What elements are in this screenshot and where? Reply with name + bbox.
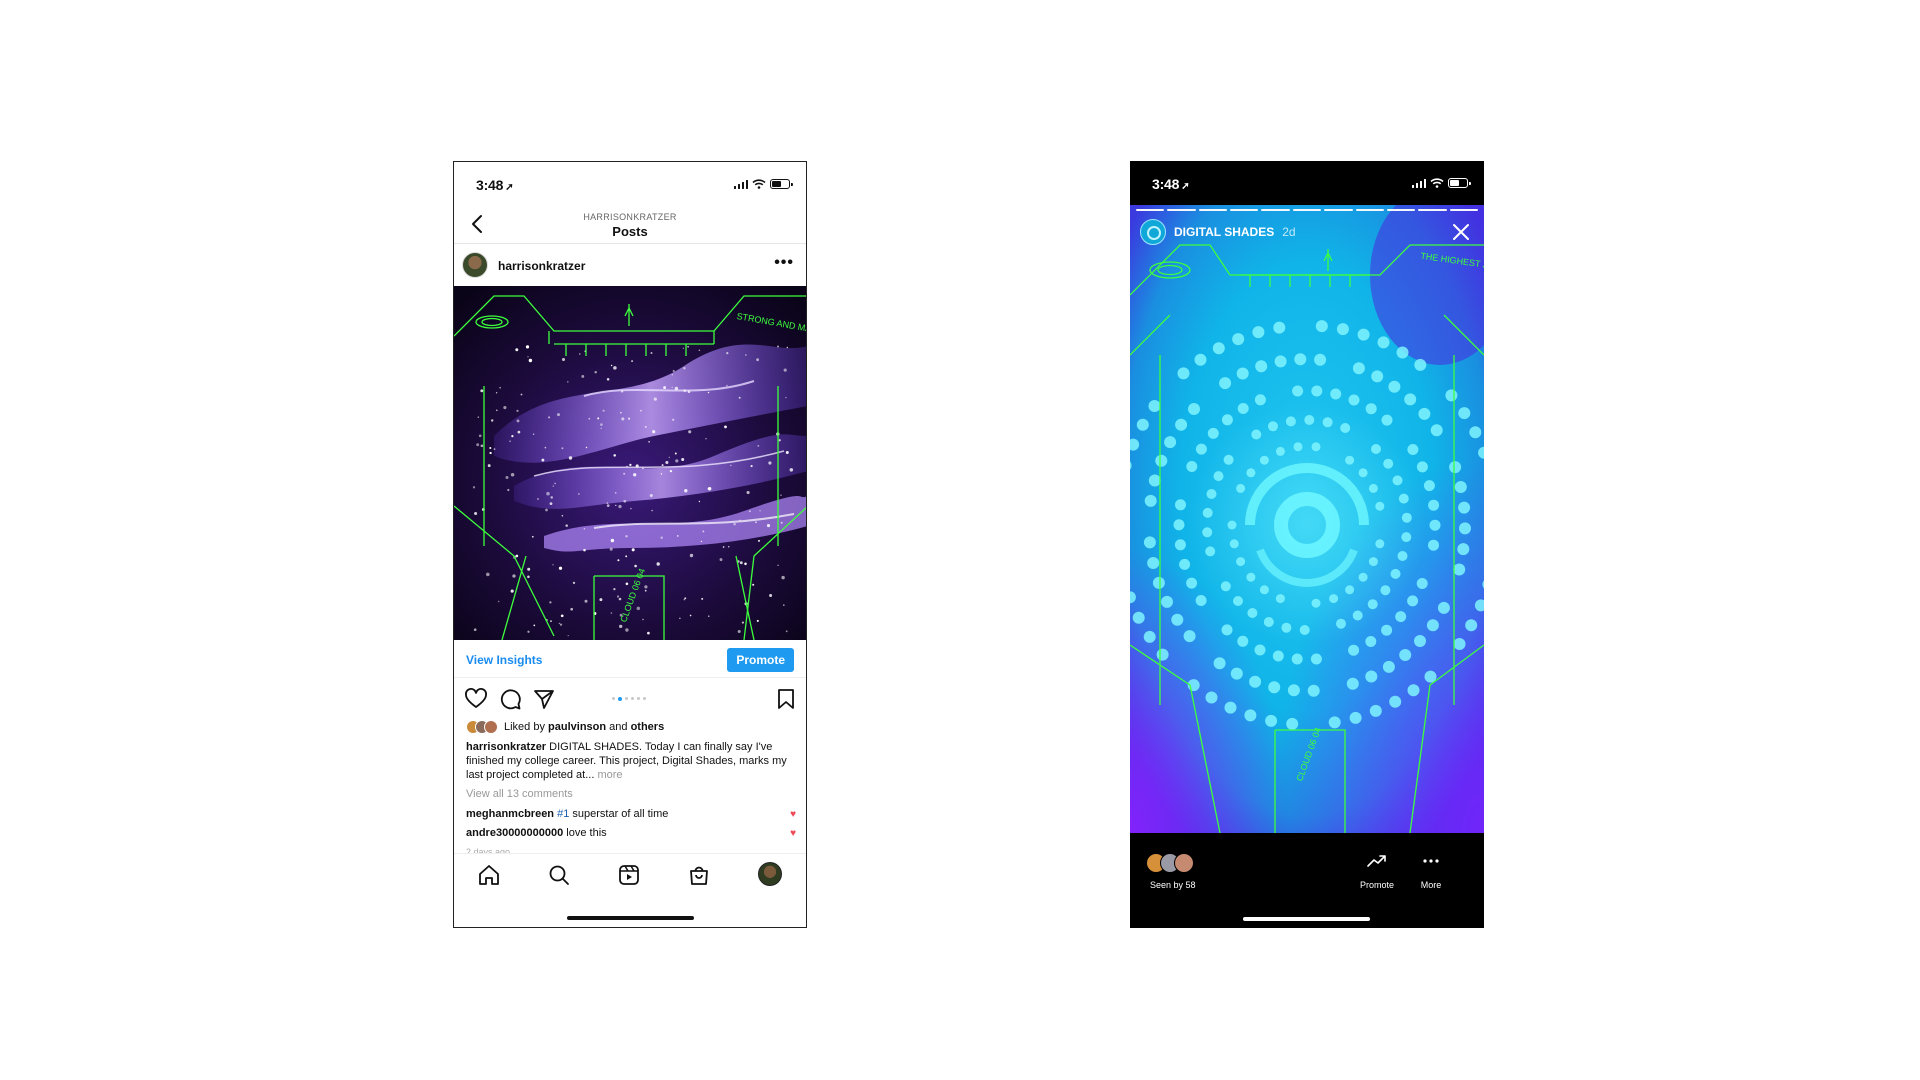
viewer-avatars[interactable]	[1146, 853, 1194, 873]
promote-button[interactable]: Promote	[727, 648, 794, 672]
story-footer: Seen by 58 Promote More	[1130, 833, 1484, 928]
battery-icon	[770, 179, 793, 189]
seen-by-label[interactable]: Seen by 58	[1150, 880, 1196, 890]
wifi-icon	[752, 179, 766, 189]
comment-item: andre30000000000 love this ♥	[466, 827, 796, 839]
comment-item: meghanmcbreen #1 superstar of all time ♥	[466, 808, 796, 820]
story-avatar[interactable]	[1140, 219, 1166, 245]
posts-header: HARRISONKRATZER Posts	[454, 206, 806, 244]
post-username[interactable]: harrisonkratzer	[498, 259, 585, 273]
story-age: 2d	[1282, 225, 1296, 239]
profile-avatar-tab[interactable]	[758, 862, 782, 886]
home-icon[interactable]	[477, 863, 501, 887]
shop-icon[interactable]	[687, 863, 711, 887]
battery-icon	[1448, 178, 1471, 188]
location-icon: ➚	[1181, 181, 1190, 192]
insights-bar: View Insights Promote	[454, 640, 806, 678]
story-progress	[1136, 209, 1478, 211]
comment-like-icon[interactable]: ♥	[790, 828, 796, 839]
signal-icon	[733, 179, 748, 189]
share-icon[interactable]	[532, 687, 556, 711]
story-image[interactable]: THE HIGHEST JOURN CLOUD 06 04	[1130, 205, 1484, 833]
story-screen: 3:48 ➚ THE HIGHEST CLOUD 06 04 DIGITAL S…	[1130, 161, 1484, 928]
caption-more-link[interactable]: more	[597, 769, 622, 781]
story-promote-button[interactable]: Promote	[1352, 853, 1402, 893]
post-screen: 3:48 ➚ HARRISONKRATZER Posts harrisonkrat…	[453, 161, 807, 928]
post-header: harrisonkratzer •••	[454, 246, 806, 286]
reels-icon[interactable]	[617, 863, 641, 887]
status-bar: 3:48 ➚	[454, 162, 806, 206]
status-time: 3:48 ➚	[1152, 176, 1190, 192]
post-caption: harrisonkratzer DIGITAL SHADES. Today I …	[466, 741, 787, 781]
header-subtitle: HARRISONKRATZER	[583, 212, 677, 222]
view-all-comments-link[interactable]: View all 13 comments	[466, 788, 573, 800]
avatar[interactable]	[462, 252, 488, 278]
liker-avatars	[466, 720, 498, 734]
more-horizontal-icon	[1423, 859, 1439, 863]
view-insights-link[interactable]: View Insights	[466, 653, 542, 667]
home-indicator	[1243, 917, 1370, 921]
close-icon[interactable]	[1450, 221, 1472, 243]
story-header: DIGITAL SHADES 2d	[1140, 217, 1296, 247]
comment-icon[interactable]	[498, 687, 522, 711]
bottom-tab-bar	[454, 853, 806, 927]
carousel-indicator	[612, 696, 646, 701]
wifi-icon	[1430, 178, 1444, 188]
search-icon[interactable]	[547, 863, 571, 887]
story-account-name[interactable]: DIGITAL SHADES	[1174, 225, 1274, 239]
status-bar: 3:48 ➚	[1130, 161, 1484, 205]
home-indicator	[567, 916, 694, 920]
page-title: Posts	[612, 224, 648, 239]
post-actions	[454, 685, 806, 715]
story-more-button[interactable]: More	[1406, 853, 1456, 893]
likes-text: Liked by paulvinson and others	[504, 721, 665, 733]
location-icon: ➚	[505, 182, 514, 193]
likes-row[interactable]: Liked by paulvinson and others	[466, 718, 664, 736]
status-time: 3:48 ➚	[476, 177, 514, 193]
bookmark-icon[interactable]	[774, 687, 798, 711]
more-dots-icon[interactable]: •••	[774, 254, 794, 272]
heart-icon[interactable]	[464, 687, 488, 711]
trending-icon	[1367, 855, 1386, 867]
comment-like-icon[interactable]: ♥	[790, 809, 796, 820]
signal-icon	[1411, 178, 1426, 188]
post-image[interactable]: STRONG AND MASTER CLOUD 06 04	[454, 286, 806, 640]
